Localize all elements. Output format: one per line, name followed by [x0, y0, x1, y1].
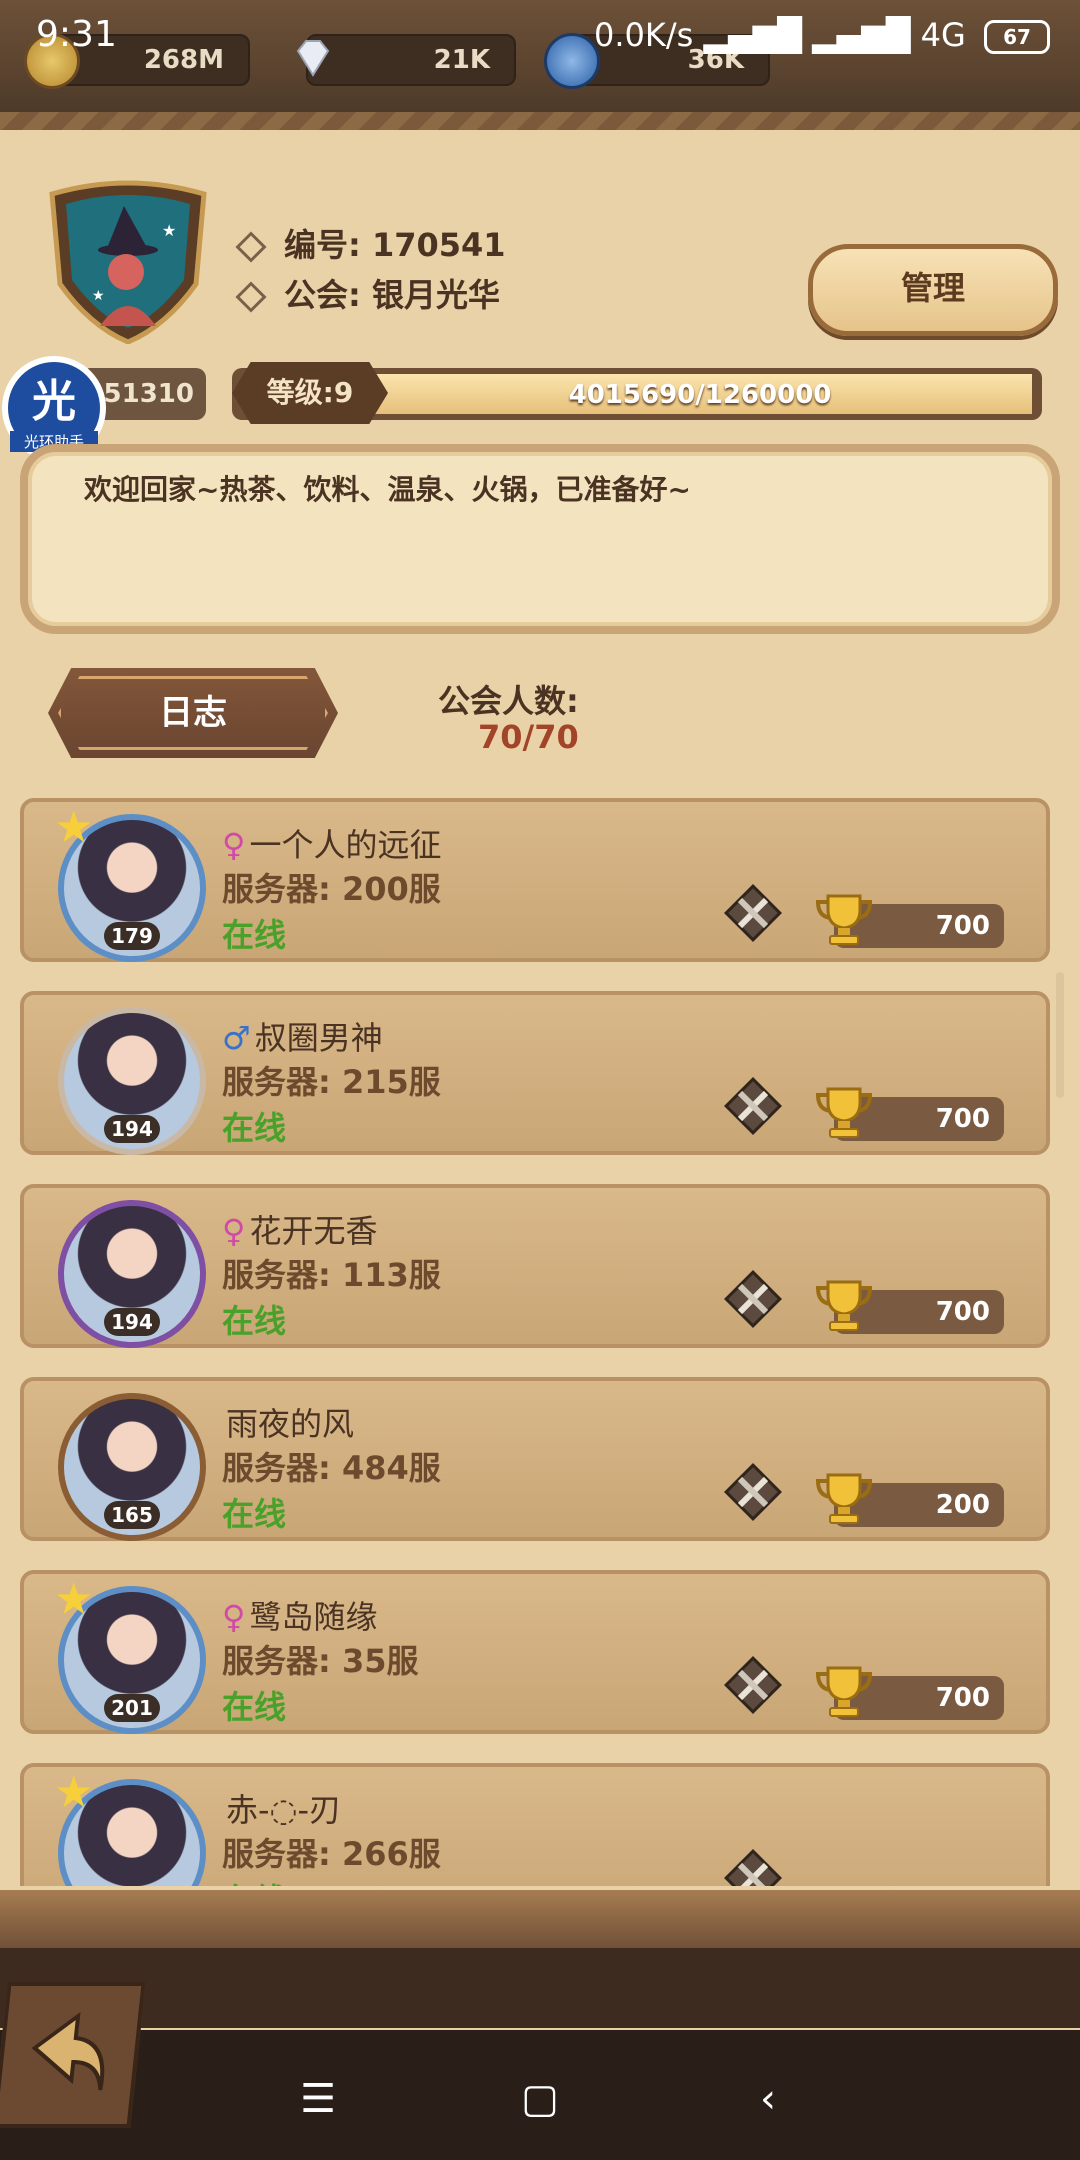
- status-indicators: 0.0K/s ▂▄▆█ ▂▄▆█ 4G 67: [594, 16, 1050, 54]
- signal-icon-2: ▂▄▆█: [812, 16, 911, 54]
- star-icon: ★: [54, 1767, 94, 1818]
- crossed-swords-icon[interactable]: [724, 1270, 782, 1328]
- status-time: 9:31: [36, 14, 117, 55]
- trophy-icon: [815, 894, 873, 945]
- member-level-badge: 194: [104, 1115, 160, 1143]
- return-arrow-icon: [31, 2011, 105, 2091]
- game-back-button[interactable]: [0, 1982, 146, 2128]
- diamond-currency[interactable]: 21K: [296, 34, 516, 86]
- svg-text:★: ★: [92, 288, 105, 304]
- diamond-icon: [288, 33, 338, 83]
- member-server: 服务器: 200服: [222, 870, 441, 908]
- member-name: ♀ 鹭岛随缘: [222, 1592, 377, 1638]
- member-name: 雨夜的风: [222, 1399, 354, 1445]
- trophy-icon: [815, 1473, 873, 1524]
- member-avatar[interactable]: 194: [58, 1200, 206, 1348]
- network-type: 4G: [920, 16, 966, 54]
- member-server: 服务器: 113服: [222, 1256, 441, 1294]
- member-card[interactable]: 179 ★ ♀ 一个人的远征 服务器: 200服 在线 700: [20, 798, 1050, 962]
- signal-icon: ▂▄▆█: [703, 16, 802, 54]
- crossed-swords-icon[interactable]: [724, 1656, 782, 1714]
- gender-icon: ♀: [222, 1212, 246, 1250]
- guild-motto-text: 欢迎回家~热茶、饮料、温泉、火锅，已准备好~: [84, 473, 691, 506]
- guild-name: 公会: 银月光华: [235, 270, 500, 316]
- manage-button[interactable]: 管理: [808, 244, 1058, 336]
- member-name-text: 一个人的远征: [249, 826, 442, 864]
- member-level-badge: 179: [104, 922, 160, 950]
- trophy-icon: [815, 1087, 873, 1138]
- member-card[interactable]: 201 ★ ♀ 鹭岛随缘 服务器: 35服 在线 700: [20, 1570, 1050, 1734]
- member-server: 服务器: 35服: [222, 1642, 419, 1680]
- gender-icon: ♀: [222, 826, 246, 864]
- bottom-border: [0, 1890, 1080, 1950]
- member-level-badge: 165: [104, 1501, 160, 1529]
- member-status: 在线: [222, 916, 287, 954]
- member-name: ♀ 一个人的远征: [222, 820, 441, 866]
- trophy-icon: [815, 1280, 873, 1331]
- home-icon[interactable]: ▢: [500, 2076, 580, 2122]
- crossed-swords-icon[interactable]: [724, 1077, 782, 1135]
- member-avatar[interactable]: 194: [58, 1007, 206, 1155]
- member-name: ♂ 叔圈男神: [222, 1013, 383, 1059]
- member-level-badge: 201: [104, 1694, 160, 1722]
- log-button-border: [58, 676, 328, 750]
- member-status: 在线: [222, 1109, 287, 1147]
- gold-value: 268M: [143, 45, 224, 75]
- diamond-value: 21K: [433, 45, 490, 75]
- guild-id-text: 编号: 170541: [284, 226, 506, 264]
- member-level-badge: 194: [104, 1308, 160, 1336]
- bullet-diamond-icon: [235, 231, 267, 263]
- guild-emblem-icon[interactable]: ★ ★: [46, 176, 210, 344]
- guild-level-label: 等级:9: [232, 362, 388, 424]
- member-status: 在线: [222, 1495, 287, 1533]
- menu-icon[interactable]: ☰: [278, 2076, 358, 2122]
- star-icon: ★: [54, 1574, 94, 1625]
- blue-orb-icon: [544, 33, 600, 89]
- member-card[interactable]: 194 ♂ 叔圈男神 服务器: 215服 在线 700: [20, 991, 1050, 1155]
- guild-name-text: 公会: 银月光华: [284, 276, 500, 314]
- level-progress-text: 4015690/1260000: [568, 380, 832, 410]
- crossed-swords-icon[interactable]: [724, 1849, 782, 1886]
- member-name-text: 赤-◌-刃: [226, 1791, 342, 1829]
- member-name: 赤-◌-刃: [222, 1785, 341, 1831]
- member-card[interactable]: 194 ♀ 花开无香 服务器: 113服 在线 700: [20, 1184, 1050, 1348]
- battery-icon: 67: [984, 20, 1050, 54]
- member-status: 在线: [222, 1302, 287, 1340]
- member-server: 服务器: 484服: [222, 1449, 441, 1487]
- bullet-diamond-icon: [235, 281, 267, 313]
- member-count-value: 70/70: [478, 718, 579, 756]
- member-list-scrollbar[interactable]: [1056, 972, 1064, 1098]
- network-speed: 0.0K/s: [593, 16, 694, 54]
- member-name-text: 花开无香: [249, 1212, 378, 1250]
- gender-icon: ♂: [222, 1019, 251, 1057]
- member-card[interactable]: 165 雨夜的风 服务器: 484服 在线 200: [20, 1377, 1050, 1541]
- member-name-text: 鹭岛随缘: [249, 1598, 378, 1636]
- member-card[interactable]: ★ 赤-◌-刃服务器: 266服在线: [20, 1763, 1050, 1886]
- member-server: 服务器: 266服: [222, 1835, 441, 1873]
- member-name-text: 雨夜的风: [226, 1405, 355, 1443]
- member-name-text: 叔圈男神: [254, 1019, 383, 1057]
- member-status: 在线: [222, 1875, 286, 1886]
- trophy-icon: [815, 1666, 873, 1717]
- member-count-label: 公会人数:: [438, 682, 579, 720]
- bottom-bar: [0, 1948, 1080, 2028]
- star-icon: ★: [54, 802, 94, 853]
- member-status: 在线: [222, 1688, 287, 1726]
- member-name: ♀ 花开无香: [222, 1206, 377, 1252]
- crossed-swords-icon[interactable]: [724, 1463, 782, 1521]
- gender-icon: ♀: [222, 1598, 246, 1636]
- currency-bar-border: [0, 112, 1080, 130]
- member-server: 服务器: 215服: [222, 1063, 441, 1101]
- member-avatar[interactable]: 165: [58, 1393, 206, 1541]
- log-button[interactable]: 日志: [48, 668, 338, 758]
- member-list[interactable]: 179 ★ ♀ 一个人的远征 服务器: 200服 在线 700 194 ♂ 叔圈男神 服务器: 21…: [16, 798, 1050, 1886]
- svg-text:★: ★: [162, 221, 176, 240]
- back-icon[interactable]: ‹: [728, 2076, 808, 2122]
- crossed-swords-icon[interactable]: [724, 884, 782, 942]
- guild-id: 编号: 170541: [235, 220, 506, 266]
